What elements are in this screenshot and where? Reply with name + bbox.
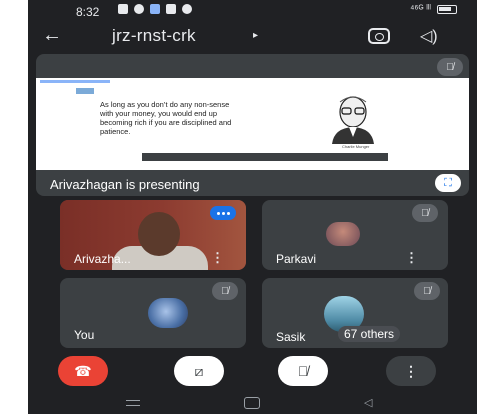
youtube-icon (166, 4, 176, 14)
notification-icons (118, 4, 192, 14)
mic-off-icon: 🎙̸ (437, 58, 463, 76)
back-arrow-icon[interactable]: ← (42, 24, 62, 47)
message-icon (118, 4, 128, 14)
end-call-button[interactable]: ☎ (58, 356, 108, 386)
recents-icon[interactable] (126, 400, 140, 406)
status-right: ⁴⁶ᴳ ˡˡˡ (410, 4, 457, 15)
participant-name: You (74, 328, 95, 342)
participant-name: Arivazha... (74, 252, 131, 266)
more-options-icon[interactable]: ⋮ (211, 250, 224, 266)
avatar (326, 222, 360, 246)
settings-icon (182, 4, 192, 14)
mic-off-icon: 🎙̸ (414, 282, 440, 300)
meet-icon (150, 4, 160, 14)
portrait-caption: Charlie Munger (342, 144, 370, 149)
slide-scrollbar (142, 153, 388, 161)
status-bar: 8:32 ⁴⁶ᴳ ˡˡˡ (28, 0, 477, 22)
participant-name: Parkavi (276, 252, 317, 266)
portrait-sketch (322, 92, 384, 144)
meeting-header: ← jrz-rnst-crk ▸ ◁) (28, 22, 477, 50)
whatsapp-icon (134, 4, 144, 14)
presenting-label: Arivazhagan is presenting (50, 177, 200, 192)
home-icon[interactable] (244, 397, 260, 409)
battery-icon (437, 5, 457, 14)
meeting-code[interactable]: jrz-rnst-crk (112, 26, 196, 46)
signal-icon: ⁴⁶ᴳ ˡˡˡ (410, 4, 431, 15)
more-options-icon[interactable]: ⋮ (405, 250, 418, 266)
status-time: 8:32 (76, 5, 100, 19)
slide-quote: As long as you don’t do any non-sense wi… (100, 100, 232, 136)
slide-url-bar (40, 80, 110, 83)
mic-off-icon: 🎙̸ (412, 204, 438, 222)
others-count-badge[interactable]: 67 others (338, 326, 401, 342)
fullscreen-button[interactable]: ⛶ (435, 174, 461, 192)
meet-screen: 8:32 ⁴⁶ᴳ ˡˡˡ ← jrz-rnst-crk ▸ ◁) 🎙̸ As l… (28, 0, 477, 414)
participant-video-head (138, 212, 180, 256)
slide-thumbnail (76, 88, 94, 94)
back-icon[interactable]: ◁ (364, 396, 372, 409)
participant-tile[interactable]: 🎙̸ Parkavi ⋮ (262, 200, 448, 270)
more-options-button[interactable]: ⋮ (386, 356, 436, 386)
call-controls: ☎ ⧄ 🎙̸ ⋮ (28, 352, 477, 392)
participant-tile[interactable]: 🎙̸ You (60, 278, 246, 348)
mic-off-icon: 🎙̸ (212, 282, 238, 300)
speaking-indicator-icon (210, 206, 236, 220)
speaker-icon[interactable]: ◁) (420, 26, 438, 46)
switch-camera-icon[interactable] (368, 28, 390, 44)
chevron-right-icon[interactable]: ▸ (253, 30, 258, 41)
shared-screen: As long as you don’t do any non-sense wi… (36, 78, 469, 170)
mic-off-button[interactable]: 🎙̸ (278, 356, 328, 386)
participant-tile[interactable]: Arivazha... ⋮ (60, 200, 246, 270)
camera-off-button[interactable]: ⧄ (174, 356, 224, 386)
participant-name: Sasik (276, 330, 306, 344)
avatar (148, 298, 188, 328)
system-nav-bar: ◁ (28, 392, 477, 414)
participant-tile[interactable]: 🎙̸ Sasik 67 others (262, 278, 448, 348)
presentation-tile[interactable]: 🎙̸ As long as you don’t do any non-sense… (36, 54, 469, 196)
